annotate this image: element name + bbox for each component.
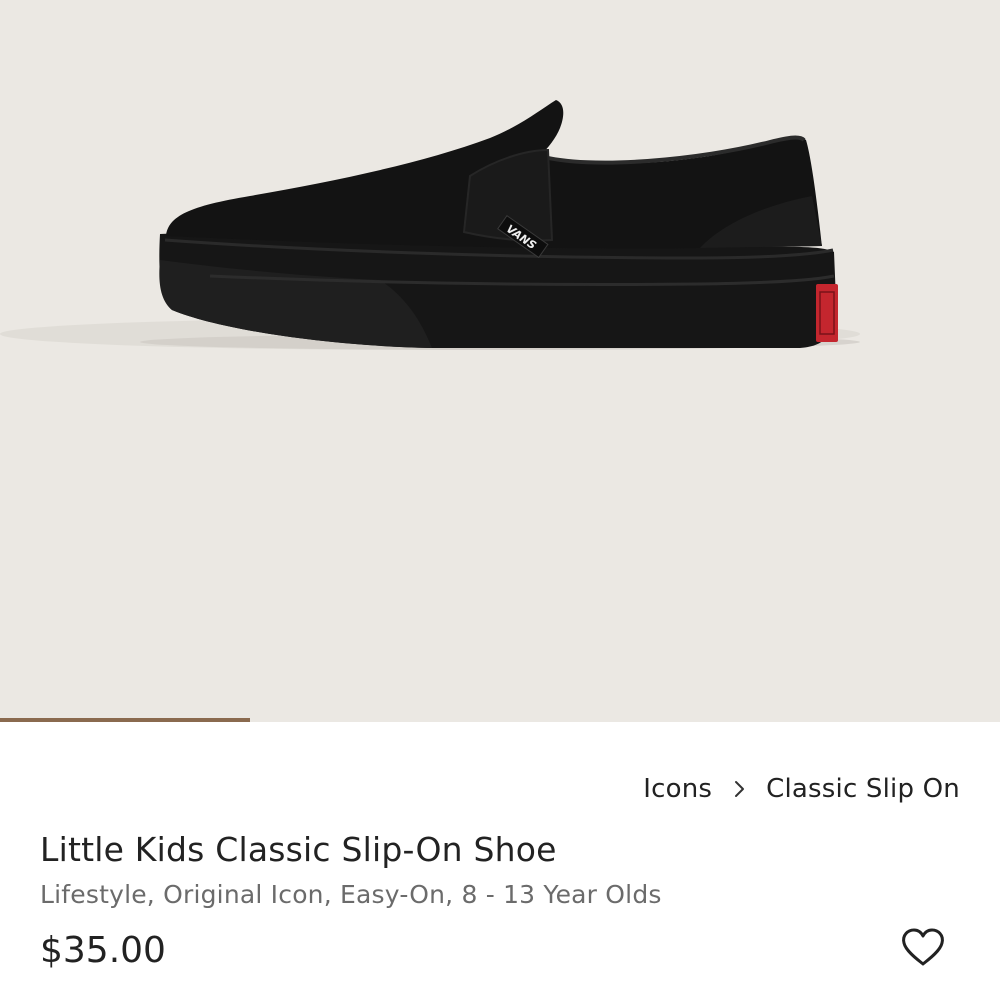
chevron-right-icon [734,780,746,798]
breadcrumb-classic-slip-on[interactable]: Classic Slip On [766,774,960,804]
product-price: $35.00 [40,930,166,971]
product-title: Little Kids Classic Slip-On Shoe [40,830,557,869]
product-image: VANS [0,100,860,350]
product-image-gallery[interactable]: VANS [0,0,1000,722]
breadcrumb-icons[interactable]: Icons [643,774,712,804]
product-subtitle: Lifestyle, Original Icon, Easy-On, 8 - 1… [40,880,662,909]
breadcrumb: Icons Classic Slip On [643,772,960,806]
gallery-progress-track [0,718,1000,722]
gallery-progress-fill [0,718,250,722]
wishlist-button[interactable] [900,926,946,970]
product-page: VANS Icons Classic Slip On Little Kids C… [0,0,1000,1000]
heart-icon [902,928,944,966]
